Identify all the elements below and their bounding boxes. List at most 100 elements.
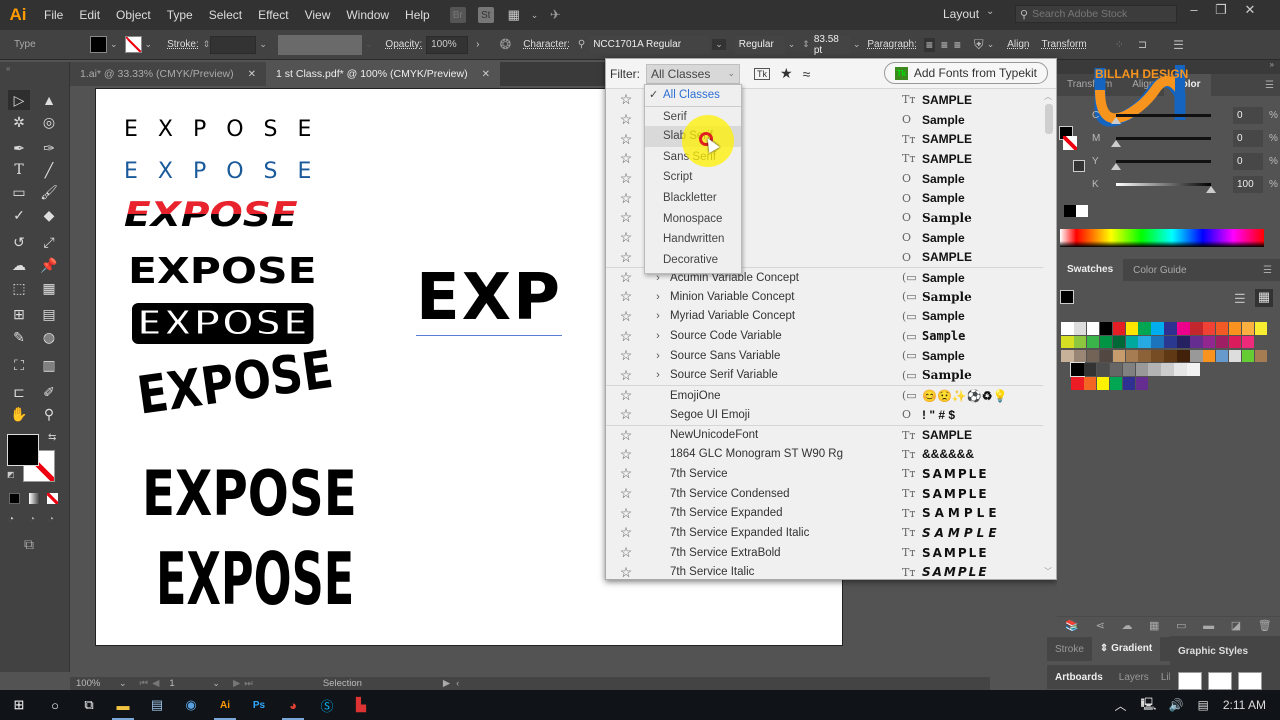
- color-swatch[interactable]: [1122, 377, 1136, 390]
- stock-icon[interactable]: St: [477, 7, 494, 23]
- paintbrush-icon[interactable]: 🖌: [38, 182, 60, 202]
- color-swatch[interactable]: [1151, 335, 1164, 349]
- color-swatch[interactable]: [1061, 349, 1074, 363]
- expand-dock-icon[interactable]: »: [1270, 60, 1274, 69]
- gpu-rocket-icon[interactable]: ✈: [547, 7, 563, 23]
- favorite-star-icon[interactable]: ☆: [606, 564, 646, 579]
- expose-sample-condensed[interactable]: EXPOSE: [142, 457, 357, 530]
- color-swatch[interactable]: [1228, 322, 1242, 335]
- scale-tool-icon[interactable]: ⤢: [38, 232, 60, 252]
- selection-tool-icon[interactable]: ▷: [8, 90, 30, 110]
- channel-value[interactable]: 0: [1233, 106, 1263, 124]
- eyedropper-icon[interactable]: ✎: [8, 327, 30, 347]
- cmyk-slider-c[interactable]: C 0 %: [1092, 105, 1278, 125]
- expand-chevron-icon[interactable]: ›: [646, 291, 670, 303]
- swatch-libraries-icon[interactable]: 📚: [1065, 619, 1079, 632]
- isolate-icon[interactable]: ⁘: [1115, 38, 1124, 51]
- menu-object[interactable]: Object: [108, 8, 159, 22]
- color-swatch[interactable]: [1202, 349, 1216, 363]
- color-swatch[interactable]: [1241, 335, 1255, 349]
- class-option[interactable]: ✓ All Classes: [645, 85, 741, 106]
- favorite-star-icon[interactable]: ☆: [606, 131, 646, 148]
- favorite-star-icon[interactable]: ☆: [606, 387, 646, 404]
- chevron-down-icon[interactable]: ⌄: [145, 39, 153, 50]
- font-list-item[interactable]: ☆ 1864 GLC Monogram ST W90 Rg Tт &&&&&&: [606, 444, 1044, 464]
- photoshop-taskbar-icon[interactable]: Ps: [242, 690, 276, 720]
- color-swatch[interactable]: [1177, 335, 1190, 349]
- favorite-star-icon[interactable]: ☆: [606, 269, 646, 286]
- illustrator-taskbar-icon[interactable]: Ai: [208, 690, 242, 720]
- favorite-star-icon[interactable]: ☆: [606, 446, 646, 463]
- expose-sample-spaced[interactable]: EXPOSE: [124, 117, 331, 142]
- favorite-star-icon[interactable]: ☆: [606, 367, 646, 384]
- slider-handle[interactable]: [1206, 185, 1216, 193]
- paragraph-label[interactable]: Paragraph:: [867, 39, 916, 50]
- arrange-icon[interactable]: ⊐: [1138, 38, 1147, 51]
- color-swatch[interactable]: [1164, 335, 1177, 349]
- favorite-star-icon[interactable]: ☆: [606, 505, 646, 522]
- chevron-down-icon[interactable]: ⌄: [531, 10, 539, 21]
- chevron-down-icon[interactable]: ⌄: [788, 39, 796, 50]
- next-artboard-icon[interactable]: ▶: [233, 678, 240, 689]
- app-icon[interactable]: ▙: [344, 690, 378, 720]
- windows-start-icon[interactable]: ⊞: [0, 690, 38, 720]
- notepad-icon[interactable]: ▤: [140, 690, 174, 720]
- graph-tool-icon[interactable]: ▥: [38, 355, 60, 375]
- favorite-star-icon[interactable]: ☆: [606, 229, 646, 246]
- out-of-gamut-swatch[interactable]: [1073, 160, 1085, 172]
- tab-document-2[interactable]: 1 st Class.pdf* @ 100% (CMYK/Preview) ✕: [266, 62, 500, 86]
- slider-track[interactable]: [1111, 136, 1211, 147]
- cloud-library-icon[interactable]: ☁: [1121, 619, 1132, 632]
- tab-gradient[interactable]: ⇕ Gradient: [1091, 637, 1161, 661]
- favorite-star-icon[interactable]: ☆: [606, 347, 646, 364]
- arrange-documents-icon[interactable]: ▦: [506, 7, 522, 23]
- font-list-item[interactable]: ☆ Segoe UI Emoji O ! " # $: [606, 405, 1044, 425]
- color-swatch[interactable]: [1138, 349, 1151, 363]
- color-swatch[interactable]: [1099, 335, 1113, 349]
- class-option[interactable]: Blackletter: [645, 188, 741, 209]
- close-icon[interactable]: ✕: [248, 69, 256, 80]
- minimize-button[interactable]: –: [1180, 0, 1208, 22]
- color-swatch[interactable]: [1215, 335, 1229, 349]
- font-list-item[interactable]: ☆ 7th Service ExtraBold Tт SAMPLE: [606, 543, 1044, 563]
- color-swatch[interactable]: [1096, 363, 1110, 376]
- cmyk-slider-y[interactable]: Y 0 %: [1092, 151, 1278, 171]
- color-swatch[interactable]: [1164, 322, 1177, 335]
- favorite-star-icon[interactable]: ☆: [606, 190, 646, 207]
- favorite-star-icon[interactable]: ☆: [606, 485, 646, 502]
- favorite-star-icon[interactable]: ☆: [606, 544, 646, 561]
- align-link[interactable]: Align: [1007, 39, 1029, 50]
- align-center-icon[interactable]: ≡: [941, 38, 948, 52]
- opacity-label[interactable]: Opacity:: [385, 39, 422, 50]
- folder-icon[interactable]: ▬: [1203, 620, 1214, 632]
- class-option[interactable]: Handwritten: [645, 229, 741, 250]
- font-list-item[interactable]: ☆ › Source Sans Variable (▭ Sample: [606, 346, 1044, 366]
- rotate-tool-icon[interactable]: ↺: [8, 232, 30, 252]
- favorite-star-icon[interactable]: ☆: [606, 465, 646, 482]
- favorite-star-icon[interactable]: ☆: [606, 91, 646, 108]
- color-swatch[interactable]: [1099, 322, 1113, 335]
- none-mode-icon[interactable]: [47, 493, 58, 504]
- tab-swatches[interactable]: Swatches: [1057, 259, 1124, 281]
- color-swatch[interactable]: [1148, 363, 1161, 376]
- close-icon[interactable]: ✕: [482, 69, 490, 80]
- stock-search-input[interactable]: Search Adobe Stock: [1032, 8, 1127, 20]
- color-swatch[interactable]: [1254, 349, 1267, 363]
- favorite-star-icon[interactable]: ☆: [606, 111, 646, 128]
- editing-text-frame[interactable]: EXP: [416, 261, 562, 336]
- stock-search[interactable]: ⚲ Search Adobe Stock: [1015, 5, 1177, 23]
- new-swatch-icon[interactable]: ◪: [1231, 619, 1241, 632]
- expand-chevron-icon[interactable]: ›: [646, 350, 670, 362]
- color-swatch[interactable]: [1254, 322, 1267, 335]
- menu-help[interactable]: Help: [397, 8, 438, 22]
- panel-menu-icon[interactable]: ☰: [1263, 265, 1272, 276]
- fill-color-box[interactable]: [7, 434, 39, 466]
- font-list-item[interactable]: ☆ 7th Service Italic Tт SAMPLE: [606, 563, 1044, 579]
- slider-track[interactable]: [1111, 159, 1211, 170]
- color-swatch[interactable]: [1164, 349, 1177, 363]
- color-mode-icon[interactable]: [9, 493, 20, 504]
- cmyk-slider-m[interactable]: M 0 %: [1092, 128, 1278, 148]
- draw-inside-icon[interactable]: ◔: [48, 514, 54, 525]
- eraser-icon[interactable]: ◆: [38, 205, 60, 225]
- tab-artboards[interactable]: Artboards: [1047, 672, 1111, 683]
